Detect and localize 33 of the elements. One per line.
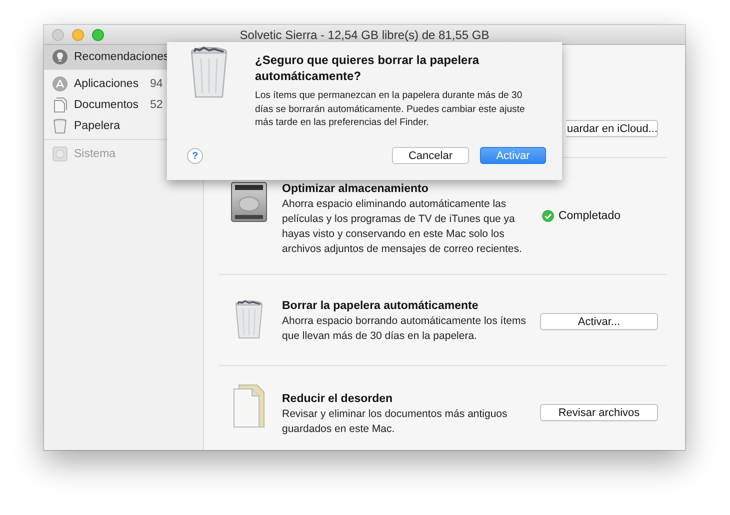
- document-icon: [52, 96, 68, 112]
- cancel-button[interactable]: Cancelar: [392, 147, 469, 164]
- checkmark-icon: [542, 210, 554, 222]
- recommendation-title: Optimizar almacenamiento: [282, 183, 430, 195]
- recommendation-description: Ahorra espacio borrando automáticamente los ítems que llevan más de 30 días en la papelera.: [282, 314, 527, 344]
- dialog-message: Los ítems que permanezcan en la papelera durante más de 30 días se borrarán automáticamente. Puedes cambiar este ajuste más tarde en las preferencias del Finder.: [255, 89, 526, 130]
- item-count: 52: [150, 98, 163, 110]
- sidebar-item[interactable]: Papelera: [44, 115, 128, 136]
- close-button[interactable]: [52, 29, 64, 41]
- lightbulb-icon: [52, 49, 68, 65]
- action-button[interactable]: Activar...: [540, 313, 658, 330]
- minimize-button[interactable]: [72, 29, 84, 41]
- sidebar-item[interactable]: Recomendaciones: [44, 45, 167, 69]
- documents-icon: [233, 384, 265, 428]
- recommendation-description: Revisar y eliminar los documentos más antiguos guardados en este Mac.: [282, 407, 508, 437]
- trash-icon: [52, 118, 68, 134]
- help-button[interactable]: ?: [187, 148, 203, 164]
- apps-icon: [52, 76, 68, 92]
- action-button[interactable]: uardar en iCloud...: [566, 120, 658, 137]
- recommendation-title: Reducir el desorden: [282, 393, 394, 405]
- action-button[interactable]: Revisar archivos: [540, 404, 658, 421]
- recommendation-title: Borrar la papelera automáticamente: [282, 300, 480, 312]
- sidebar-item[interactable]: Aplicaciones 94: [44, 73, 171, 94]
- hard-drive-icon: [231, 182, 267, 222]
- dialog-title: ¿Seguro que quieres borrar la papelera automáticamente?: [255, 52, 480, 84]
- status-label: Completado: [558, 210, 620, 222]
- item-count: 94: [150, 78, 163, 90]
- trash-icon: [234, 300, 264, 340]
- recommendation-description: Ahorra espacio eliminando automáticamente las películas y los programas de TV de iTunes que ya hayas visto y conservando en este Mac solo los archivos adjuntos de mensajes de correo recientes.: [282, 197, 523, 257]
- trash-icon: [189, 46, 229, 100]
- zoom-button[interactable]: [92, 29, 104, 41]
- window-title: Solvetic Sierra - 12,54 GB libre(s) de 81,55 GB: [240, 28, 490, 42]
- sidebar-item[interactable]: Documentos 52: [44, 94, 171, 115]
